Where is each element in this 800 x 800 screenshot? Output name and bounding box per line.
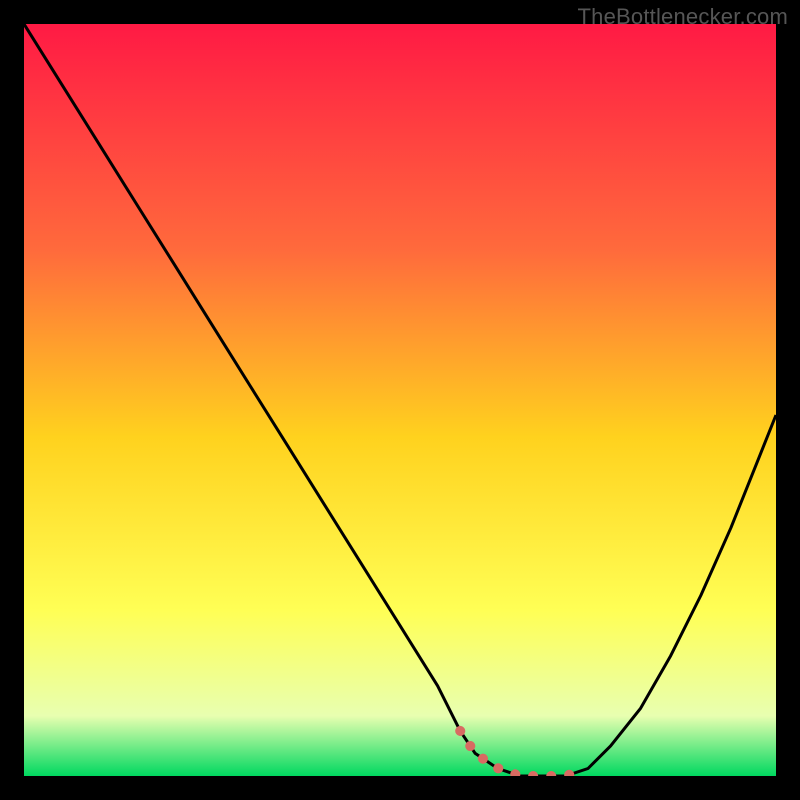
bottleneck-chart bbox=[0, 0, 800, 800]
chart-frame: TheBottleneсker.com bbox=[0, 0, 800, 800]
chart-gradient-bg bbox=[24, 24, 776, 776]
watermark-text: TheBottleneсker.com bbox=[578, 4, 788, 30]
